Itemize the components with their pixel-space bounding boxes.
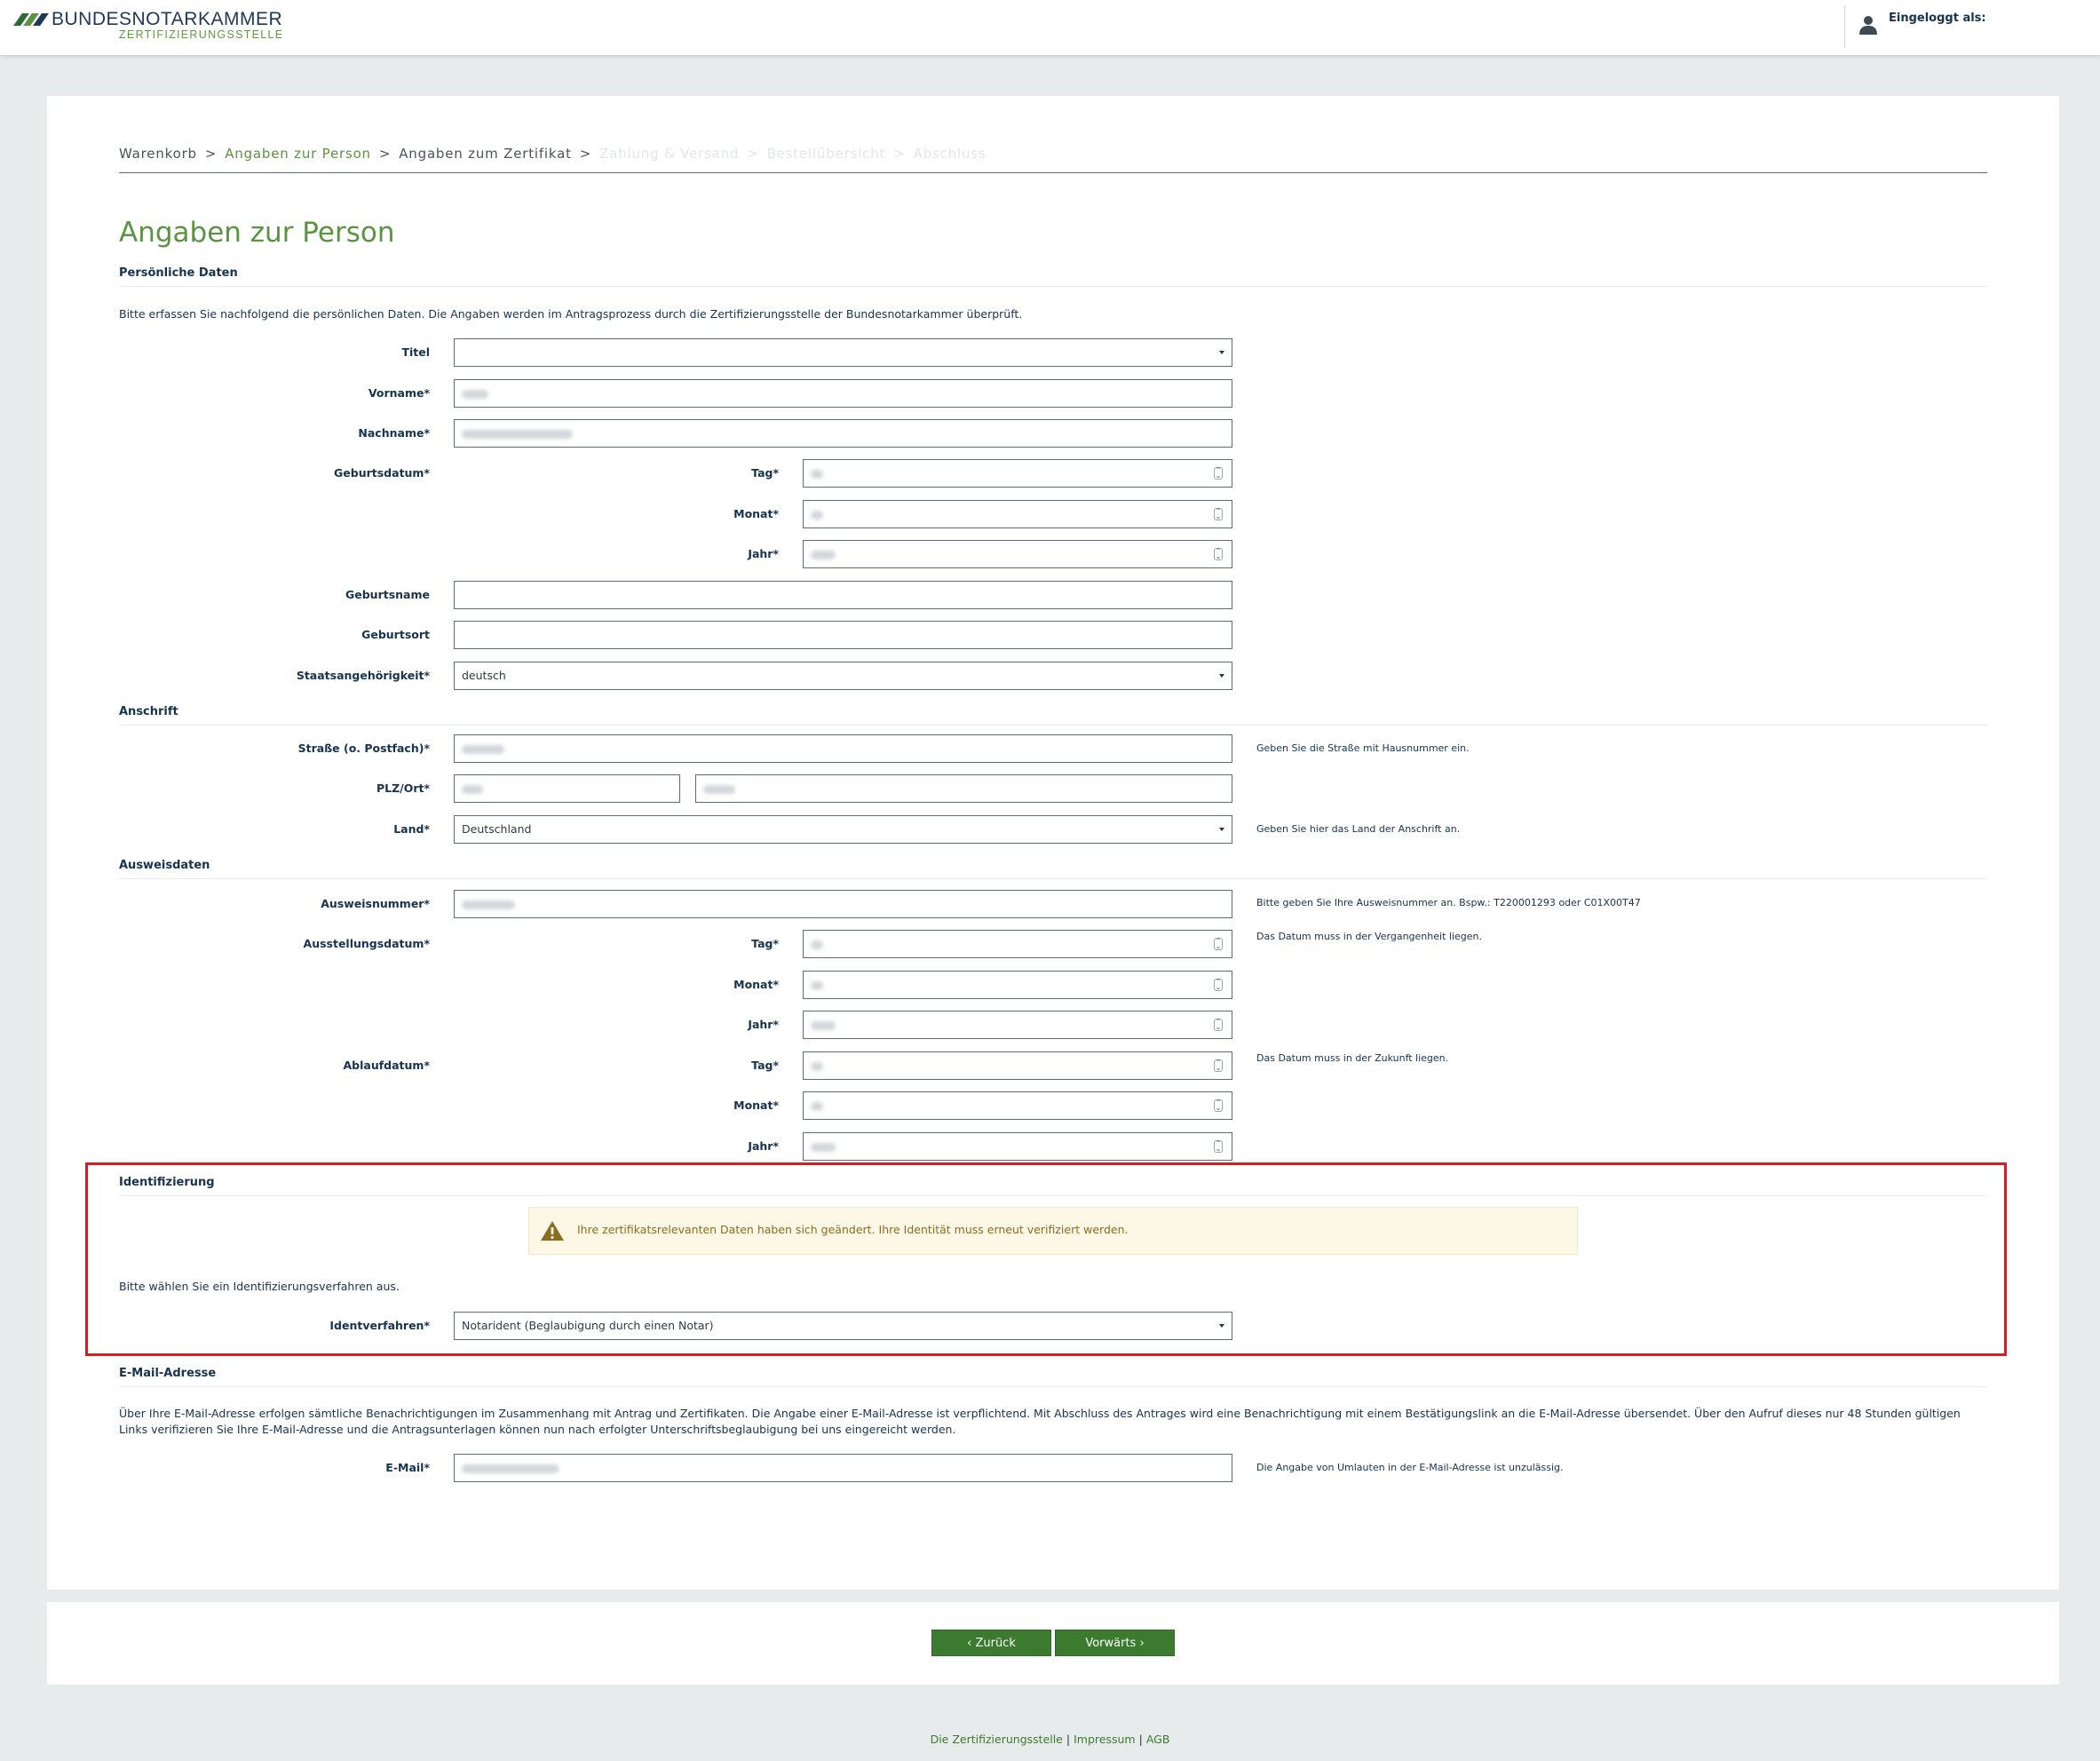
titel-label: Titel xyxy=(401,345,430,359)
ausstellungsdatum-hint: Das Datum muss in der Vergangenheit lieg… xyxy=(1256,931,1482,942)
geburtsort-input[interactable] xyxy=(454,621,1232,649)
land-hint: Geben Sie hier das Land der Anschrift an… xyxy=(1256,823,1461,835)
top-header: BUNDESNOTARKAMMER ZERTIFIZIERUNGSSTELLE … xyxy=(0,0,2100,55)
ausstellung-monat-input[interactable]: ⌃ ⌄ xyxy=(803,971,1232,999)
vorname-input[interactable] xyxy=(454,379,1232,408)
nachname-label: Nachname* xyxy=(358,426,430,440)
ort-input[interactable] xyxy=(695,774,1232,803)
geburtsname-input[interactable] xyxy=(454,581,1232,609)
footer-link-agb[interactable]: AGB xyxy=(1146,1733,1170,1746)
vorname-label: Vorname* xyxy=(368,386,430,400)
spinner-icon[interactable]: ⌃ ⌄ xyxy=(1214,938,1223,950)
strasse-input[interactable] xyxy=(454,734,1232,763)
chevron-down-icon xyxy=(1219,828,1224,831)
plz-ort-label: PLZ/Ort* xyxy=(376,781,430,795)
geburtsort-label: Geburtsort xyxy=(361,628,430,641)
plz-input[interactable] xyxy=(454,774,680,803)
geburt-jahr-label: Jahr* xyxy=(748,547,779,560)
identverfahren-select[interactable]: Notarident (Beglaubigung durch einen Not… xyxy=(454,1312,1232,1340)
spinner-icon[interactable]: ⌃ ⌄ xyxy=(1214,1140,1223,1153)
breadcrumb-step-zahlung: Zahlung & Versand xyxy=(599,146,740,162)
land-label: Land* xyxy=(393,822,430,836)
nachname-input[interactable] xyxy=(454,419,1232,448)
section-ausweisdaten: Ausweisdaten xyxy=(119,859,1987,879)
geburt-monat-label: Monat* xyxy=(733,507,779,520)
email-hint: Die Angabe von Umlauten in der E-Mail-Ad… xyxy=(1256,1462,1564,1473)
chevron-down-icon xyxy=(1219,1324,1224,1328)
alert-message: Ihre zertifikatsrelevanten Daten haben s… xyxy=(577,1223,1129,1236)
spinner-icon[interactable]: ⌃ ⌄ xyxy=(1214,1059,1223,1072)
ablauf-tag-input[interactable]: ⌃ ⌄ xyxy=(803,1051,1232,1080)
spinner-icon[interactable]: ⌃ ⌄ xyxy=(1214,1019,1223,1031)
back-button[interactable]: ‹ Zurück xyxy=(931,1630,1051,1656)
user-icon xyxy=(1859,16,1877,35)
spinner-icon[interactable]: ⌃ ⌄ xyxy=(1214,979,1223,991)
titel-select[interactable] xyxy=(454,338,1232,367)
footer-link-impressum[interactable]: Impressum xyxy=(1074,1733,1135,1746)
ausstellung-jahr-input[interactable]: ⌃ ⌄ xyxy=(803,1011,1232,1039)
geburtsname-label: Geburtsname xyxy=(345,588,430,601)
ausstellung-tag-label: Tag* xyxy=(751,937,779,950)
spinner-icon[interactable]: ⌃ ⌄ xyxy=(1214,548,1223,560)
ablaufdatum-hint: Das Datum muss in der Zukunft liegen. xyxy=(1256,1052,1449,1064)
brand-name: BUNDESNOTARKAMMER xyxy=(52,9,283,29)
warning-icon xyxy=(541,1221,564,1241)
breadcrumb-step-zertifikat[interactable]: Angaben zum Zertifikat xyxy=(399,146,572,162)
ausstellung-monat-label: Monat* xyxy=(733,978,779,991)
geburt-monat-input[interactable]: ⌃ ⌄ xyxy=(803,500,1232,528)
logged-in-label: Eingeloggt als: xyxy=(1889,12,1986,25)
staatsangehoerigkeit-select[interactable]: deutsch xyxy=(454,662,1232,690)
spinner-icon[interactable]: ⌃ ⌄ xyxy=(1214,508,1223,520)
navigation-panel xyxy=(47,1602,2059,1685)
logo-stripes-icon xyxy=(13,13,49,26)
breadcrumb-step-uebersicht: Bestellübersicht xyxy=(766,146,886,162)
footer-link-zertifizierungsstelle[interactable]: Die Zertifizierungsstelle xyxy=(931,1733,1063,1746)
section-email: E-Mail-Adresse xyxy=(119,1367,1987,1387)
strasse-hint: Geben Sie die Straße mit Hausnummer ein. xyxy=(1256,742,1470,754)
ausweisnummer-input[interactable] xyxy=(454,890,1232,918)
spinner-icon[interactable]: ⌃ ⌄ xyxy=(1214,1099,1223,1112)
geburt-tag-label: Tag* xyxy=(751,466,779,480)
forward-button[interactable]: Vorwärts › xyxy=(1055,1630,1175,1656)
brand-subtitle: ZERTIFIZIERUNGSSTELLE xyxy=(119,28,284,41)
ausstellung-jahr-label: Jahr* xyxy=(748,1018,779,1031)
strasse-label: Straße (o. Postfach)* xyxy=(297,742,430,755)
ausstellung-tag-input[interactable]: ⌃ ⌄ xyxy=(803,930,1232,958)
breadcrumb-step-warenkorb[interactable]: Warenkorb xyxy=(119,146,197,162)
user-menu[interactable]: Eingeloggt als: xyxy=(1844,5,2094,48)
chevron-down-icon xyxy=(1219,674,1224,678)
ausweisnummer-label: Ausweisnummer* xyxy=(321,897,430,910)
ablaufdatum-label: Ablaufdatum* xyxy=(343,1059,431,1072)
geburtsdatum-label: Geburtsdatum* xyxy=(334,466,430,480)
email-intro: Über Ihre E-Mail-Adresse erfolgen sämtli… xyxy=(119,1407,1961,1436)
ablauf-tag-label: Tag* xyxy=(751,1059,779,1072)
breadcrumb-step-person[interactable]: Angaben zur Person xyxy=(225,146,371,162)
ident-instruction: Bitte wählen Sie ein Identifizierungsver… xyxy=(119,1280,400,1293)
land-select[interactable]: Deutschland xyxy=(454,815,1232,844)
email-label: E-Mail* xyxy=(385,1461,430,1474)
ablauf-jahr-input[interactable]: ⌃ ⌄ xyxy=(803,1132,1232,1161)
breadcrumb: Warenkorb > Angaben zur Person > Angaben zum… xyxy=(119,146,1987,173)
ablauf-monat-label: Monat* xyxy=(733,1099,779,1112)
breadcrumb-step-abschluss: Abschluss xyxy=(913,146,987,162)
ausstellungsdatum-label: Ausstellungsdatum* xyxy=(303,937,430,950)
section-identifizierung: Identifizierung xyxy=(119,1176,1987,1196)
ablauf-monat-input[interactable]: ⌃ ⌄ xyxy=(803,1091,1232,1120)
page-title: Angaben zur Person xyxy=(119,217,395,249)
email-input[interactable] xyxy=(454,1454,1232,1482)
chevron-down-icon xyxy=(1219,351,1224,354)
footer-links: Die Zertifizierungsstelle | Impressum | AGB xyxy=(930,1733,1170,1746)
ablauf-jahr-label: Jahr* xyxy=(748,1139,779,1153)
geburt-jahr-input[interactable]: ⌃ ⌄ xyxy=(803,540,1232,568)
section-anschrift: Anschrift xyxy=(119,705,1987,726)
identverfahren-label: Identverfahren* xyxy=(329,1319,430,1332)
identity-warning-alert: Ihre zertifikatsrelevanten Daten haben s… xyxy=(528,1207,1578,1255)
section-personal-data: Persönliche Daten xyxy=(119,266,1987,287)
staatsangehoerigkeit-label: Staatsangehörigkeit* xyxy=(296,669,430,682)
spinner-icon[interactable]: ⌃ ⌄ xyxy=(1214,467,1223,480)
personal-intro: Bitte erfassen Sie nachfolgend die persö… xyxy=(119,307,1023,321)
geburt-tag-input[interactable]: ⌃ ⌄ xyxy=(803,459,1232,488)
ausweisnummer-hint: Bitte geben Sie Ihre Ausweisnummer an. B… xyxy=(1256,897,1641,908)
